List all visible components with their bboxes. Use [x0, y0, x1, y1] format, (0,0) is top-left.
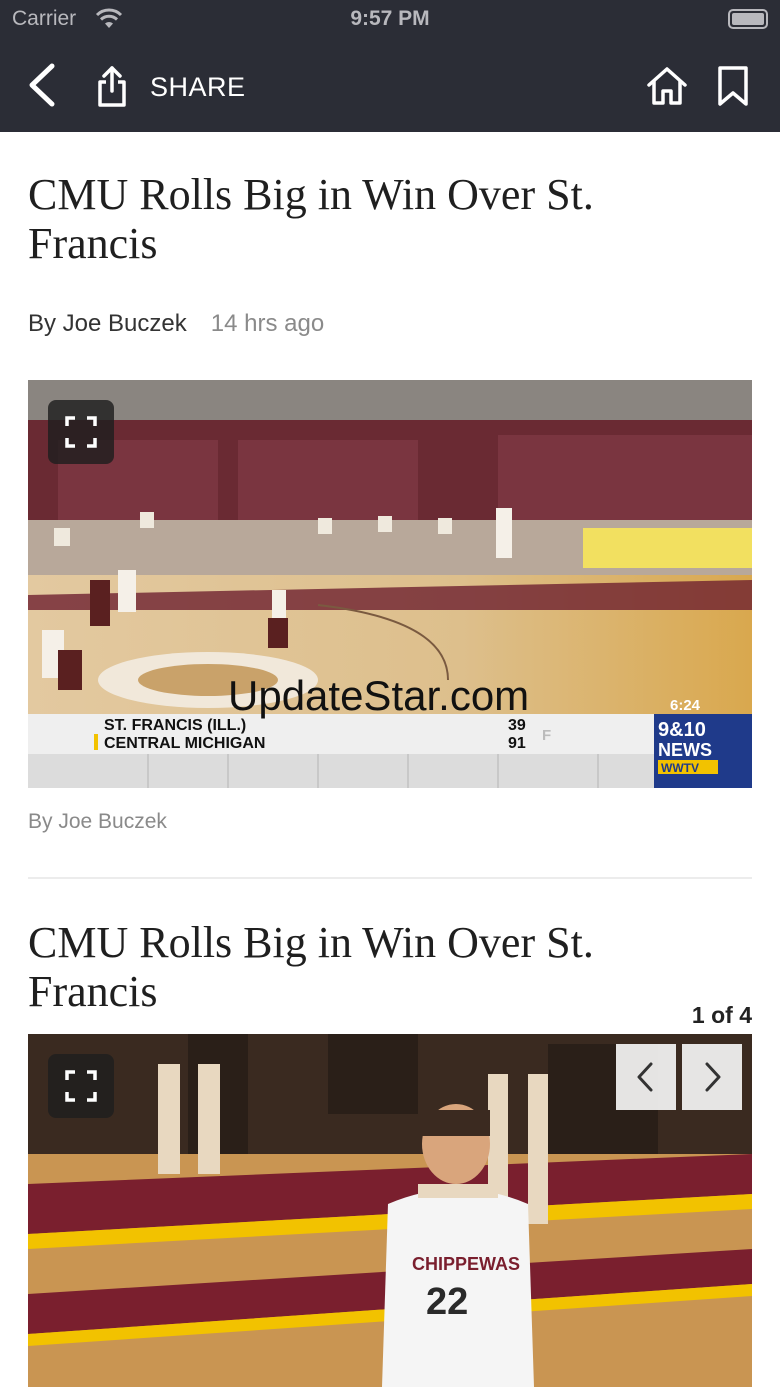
gallery-next-button[interactable]: [682, 1044, 742, 1110]
battery-icon: [728, 9, 768, 29]
jersey-number: 22: [426, 1281, 468, 1323]
home-button[interactable]: [644, 64, 690, 108]
top-bar: Carrier 9:57 PM SHARE: [0, 0, 780, 132]
share-button[interactable]: SHARE: [96, 62, 246, 112]
fullscreen-icon: [65, 1070, 97, 1102]
divider: [28, 877, 752, 879]
fullscreen-button[interactable]: [48, 400, 114, 464]
fullscreen-button[interactable]: [48, 1054, 114, 1118]
clock: 9:57 PM: [350, 7, 430, 30]
team1-score: 39: [508, 717, 526, 734]
video-frame: ST. FRANCIS (ILL.) CENTRAL MICHIGAN 39 9…: [28, 380, 752, 788]
published-time: 14 hrs ago: [210, 310, 325, 337]
game-clock: 6:24: [670, 697, 701, 714]
photo-gallery[interactable]: CHIPPEWAS 22: [28, 1034, 752, 1387]
back-button[interactable]: [22, 60, 66, 110]
article-headline: CMU Rolls Big in Win Over St. Francis: [28, 170, 594, 268]
game-period: F: [542, 727, 551, 744]
navigation-bar: SHARE: [0, 48, 780, 132]
station-logo-line3: WWTV: [661, 761, 699, 775]
bookmark-button[interactable]: [714, 64, 752, 108]
fullscreen-icon: [65, 416, 97, 448]
team2-score: 91: [508, 735, 526, 752]
video-caption: By Joe Buczek: [28, 810, 167, 833]
team1-name: ST. FRANCIS (ILL.): [104, 717, 246, 734]
gallery-headline: CMU Rolls Big in Win Over St. Francis: [28, 918, 594, 1016]
back-icon: [29, 63, 55, 107]
share-label: SHARE: [150, 71, 246, 102]
station-logo-line1: 9&10: [658, 719, 706, 741]
video-player[interactable]: ST. FRANCIS (ILL.) CENTRAL MICHIGAN 39 9…: [28, 380, 752, 788]
watermark: UpdateStar.com: [228, 672, 529, 719]
author-name: By Joe Buczek: [28, 310, 187, 337]
gallery-counter: 1 of 4: [691, 1002, 752, 1028]
team2-name: CENTRAL MICHIGAN: [104, 735, 265, 752]
byline: By Joe Buczek 14 hrs ago: [28, 310, 324, 338]
gallery-prev-button[interactable]: [616, 1044, 676, 1110]
station-logo-line2: NEWS: [658, 740, 712, 760]
jersey-name: CHIPPEWAS: [412, 1254, 520, 1274]
chevron-right-icon: [705, 1062, 721, 1092]
bookmark-icon: [718, 66, 748, 106]
chevron-left-icon: [637, 1062, 653, 1092]
home-icon: [647, 67, 687, 105]
share-icon: [98, 66, 126, 107]
status-bar: Carrier 9:57 PM: [0, 0, 780, 40]
